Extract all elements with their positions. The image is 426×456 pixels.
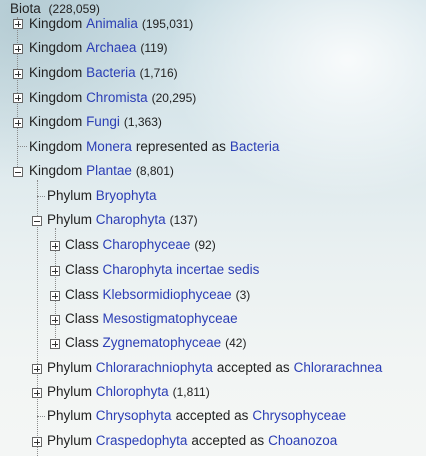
root-label: Biota — [10, 1, 41, 16]
root-count: (228,059) — [48, 2, 100, 16]
tree-node-charophyta: Phylum Charophyta (137) — [47, 211, 198, 229]
taxon-link-archaea[interactable]: Archaea — [86, 39, 136, 57]
expand-toggle-icon[interactable] — [32, 364, 42, 374]
status-text: accepted as — [175, 408, 249, 423]
taxon-count: (42) — [225, 336, 247, 350]
taxon-count: (92) — [194, 238, 216, 252]
tree-node-chlorophyta: Phylum Chlorophyta (1,811) — [47, 383, 210, 401]
taxon-link-zygnematophyceae[interactable]: Zygnematophyceae — [103, 334, 222, 352]
rank-label: Class — [65, 262, 99, 277]
expand-toggle-icon[interactable] — [50, 266, 60, 276]
tree-node-mesostigmatophyceae: Class Mesostigmatophyceae — [65, 310, 238, 328]
taxon-link-mesostigmatophyceae[interactable]: Mesostigmatophyceae — [103, 310, 238, 328]
rank-label: Phylum — [47, 408, 93, 423]
taxon-link-animalia[interactable]: Animalia — [86, 15, 138, 33]
taxon-link-monera[interactable]: Monera — [86, 138, 132, 156]
accepted-link-choanozoa[interactable]: Choanozoa — [268, 432, 337, 450]
accepted-link-chrysophyceae[interactable]: Chrysophyceae — [252, 407, 346, 425]
status-text: represented as — [135, 139, 226, 154]
tree-node-archaea: Kingdom Archaea (119) — [29, 39, 167, 57]
taxon-count: (20,295) — [151, 91, 197, 105]
rank-label: Phylum — [47, 188, 93, 203]
taxon-count: (3) — [235, 288, 251, 302]
rank-label: Kingdom — [29, 65, 83, 80]
tree-node-klebsormidiophyceae: Class Klebsormidiophyceae (3) — [65, 286, 250, 304]
rank-label: Class — [65, 335, 99, 350]
tree-node-zygnematophyceae: Class Zygnematophyceae (42) — [65, 334, 246, 352]
taxon-link-craspedophyta[interactable]: Craspedophyta — [96, 432, 188, 450]
rank-label: Kingdom — [29, 40, 83, 55]
accepted-link-chlorarachnea[interactable]: Chlorarachnea — [294, 359, 383, 377]
taxon-link-bryophyta[interactable]: Bryophyta — [96, 187, 157, 205]
rank-label: Phylum — [47, 212, 93, 227]
collapse-toggle-icon[interactable] — [13, 167, 23, 177]
tree-node-monera: Kingdom Monera represented as Bacteria — [29, 138, 279, 156]
taxon-link-klebsormidiophyceae[interactable]: Klebsormidiophyceae — [103, 286, 232, 304]
tree-node-chlorarachniophyta: Phylum Chlorarachniophyta accepted as Chlo… — [47, 359, 382, 377]
expand-toggle-icon[interactable] — [13, 69, 23, 79]
tree-node-plantae: Kingdom Plantae (8,801) — [29, 162, 174, 180]
tree-node-charophyta-incertae-sedis: Class Charophyta incertae sedis — [65, 261, 259, 279]
taxon-link-chlorophyta[interactable]: Chlorophyta — [96, 383, 169, 401]
tree-line — [37, 416, 45, 417]
accepted-link-bacteria[interactable]: Bacteria — [230, 138, 280, 156]
taxon-link-chromista[interactable]: Chromista — [86, 89, 148, 107]
taxon-count: (1,363) — [123, 115, 162, 129]
rank-label: Kingdom — [29, 139, 83, 154]
taxon-link-charophyta-incertae-sedis[interactable]: Charophyta incertae sedis — [103, 261, 260, 279]
tree-node-chrysophyta: Phylum Chrysophyta accepted as Chrysophyce… — [47, 407, 346, 425]
rank-label: Kingdom — [29, 163, 83, 178]
expand-toggle-icon[interactable] — [32, 388, 42, 398]
tree-node-bryophyta: Phylum Bryophyta — [47, 187, 157, 205]
taxon-link-plantae[interactable]: Plantae — [86, 162, 132, 180]
tree-node-craspedophyta: Phylum Craspedophyta accepted as Choanozoa — [47, 432, 337, 450]
taxon-count: (8,801) — [135, 164, 174, 178]
expand-toggle-icon[interactable] — [13, 19, 23, 29]
rank-label: Class — [65, 237, 99, 252]
taxon-link-charophyta[interactable]: Charophyta — [96, 211, 166, 229]
expand-toggle-icon[interactable] — [13, 118, 23, 128]
taxon-count: (119) — [140, 41, 168, 55]
expand-toggle-icon[interactable] — [50, 315, 60, 325]
collapse-toggle-icon[interactable] — [32, 216, 42, 226]
expand-toggle-icon[interactable] — [50, 241, 60, 251]
taxon-count: (1,716) — [139, 66, 178, 80]
expand-toggle-icon[interactable] — [50, 291, 60, 301]
status-text: accepted as — [216, 360, 290, 375]
tree-node-bacteria: Kingdom Bacteria (1,716) — [29, 64, 178, 82]
taxon-count: (1,811) — [172, 385, 210, 399]
tree-line — [17, 146, 27, 147]
rank-label: Class — [65, 311, 99, 326]
taxon-link-chrysophyta[interactable]: Chrysophyta — [96, 407, 172, 425]
tree-node-chromista: Kingdom Chromista (20,295) — [29, 89, 196, 107]
rank-label: Phylum — [47, 384, 93, 399]
taxon-count: (137) — [169, 213, 198, 227]
rank-label: Class — [65, 287, 99, 302]
rank-label: Kingdom — [29, 90, 83, 105]
expand-toggle-icon[interactable] — [13, 44, 23, 54]
rank-label: Phylum — [47, 433, 93, 448]
tree-node-animalia: Kingdom Animalia (195,031) — [29, 15, 193, 33]
status-text: accepted as — [191, 433, 265, 448]
tree-node-charophyceae: Class Charophyceae (92) — [65, 236, 216, 254]
taxon-count: (195,031) — [141, 17, 194, 31]
expand-toggle-icon[interactable] — [32, 437, 42, 447]
taxonomy-tree: Biota (228,059) Kingdom Animalia (195,031… — [0, 0, 426, 456]
taxon-link-chlorarachniophyta[interactable]: Chlorarachniophyta — [96, 359, 213, 377]
taxon-link-bacteria[interactable]: Bacteria — [86, 64, 136, 82]
rank-label: Kingdom — [29, 16, 83, 31]
tree-line — [37, 196, 45, 197]
expand-toggle-icon[interactable] — [50, 339, 60, 349]
tree-node-fungi: Kingdom Fungi (1,363) — [29, 113, 162, 131]
taxon-link-charophyceae[interactable]: Charophyceae — [103, 236, 191, 254]
taxon-link-fungi[interactable]: Fungi — [86, 113, 120, 131]
rank-label: Kingdom — [29, 114, 83, 129]
rank-label: Phylum — [47, 360, 93, 375]
expand-toggle-icon[interactable] — [13, 93, 23, 103]
